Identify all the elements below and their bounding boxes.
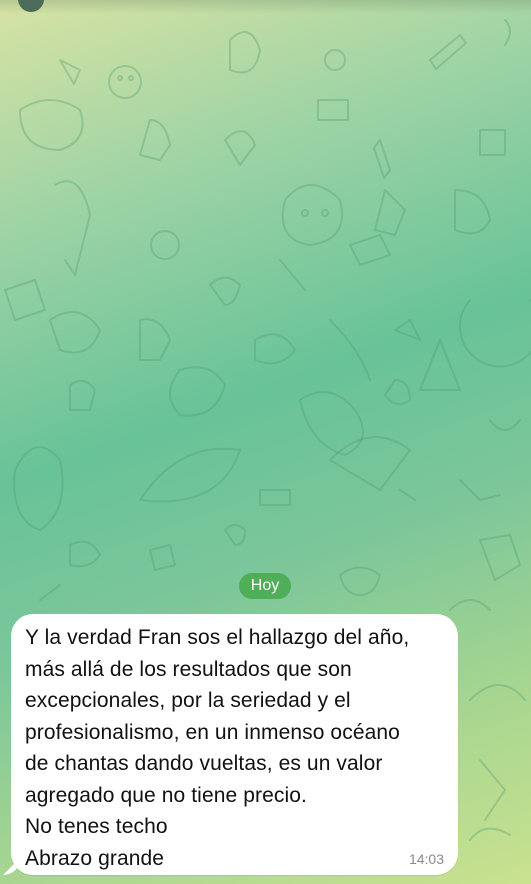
date-separator-badge: Hoy [239,573,291,599]
message-line: agregado que no tiene precio. [25,783,307,807]
incoming-message-bubble[interactable]: Y la verdad Fran sos el hallazgo del año… [11,614,458,875]
message-line: excepcionales, por la seriedad y el [25,689,351,712]
message-timestamp: 14:03 [408,851,444,867]
message-line: No tenes techo [25,815,168,838]
message-line: más allá de los resultados que son [25,657,352,681]
status-area-fade [0,0,531,14]
message-text: Y la verdad Fran sos el hallazgo del año… [25,622,444,874]
message-line: Abrazo grande [25,846,165,870]
message-line: Y la verdad Fran sos el hallazgo del año… [25,626,410,649]
message-line: de chantas dando vueltas, es un valor [25,752,383,775]
message-line: profesionalismo, en un inmenso océano [25,720,400,744]
